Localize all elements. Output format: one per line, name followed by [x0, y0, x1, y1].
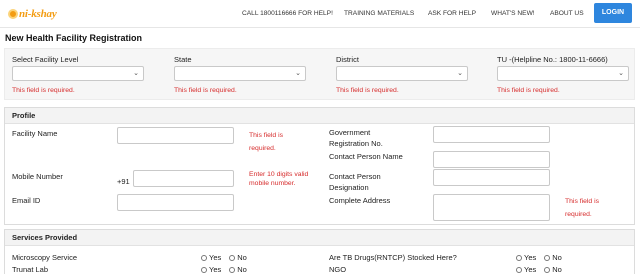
ngo-label: NGO [329, 265, 347, 274]
radio-icon [516, 266, 522, 273]
gov-reg-label: Government Registration No. [329, 128, 383, 148]
profile-section: Profile Facility Name This field is requ… [4, 107, 635, 225]
contact-designation-input[interactable] [433, 169, 550, 186]
ngo-radio-group: Yes No [516, 265, 562, 274]
trunat-no-radio[interactable]: No [229, 265, 247, 274]
district-select[interactable]: ⌄ [336, 66, 468, 81]
nav-training-materials[interactable]: TRAINING MATERIALS [344, 0, 414, 28]
chevron-down-icon: ⌄ [295, 70, 301, 77]
ngo-yes-radio[interactable]: Yes [516, 265, 536, 274]
contact-designation-label: Contact Person Designation [329, 172, 381, 192]
tb-drugs-label: Are TB Drugs(RNTCP) Stocked Here? [329, 253, 457, 262]
chevron-down-icon: ⌄ [618, 70, 624, 77]
nav-call-help[interactable]: CALL 1800116666 FOR HELP! [242, 0, 333, 28]
facility-name-input[interactable] [117, 127, 234, 144]
mobile-input[interactable] [133, 170, 234, 187]
facility-level-error: This field is required. [12, 87, 75, 94]
nav-whats-new[interactable]: WHAT'S NEW! [491, 0, 535, 28]
facility-name-error: This field is required. [249, 132, 283, 152]
chevron-down-icon: ⌄ [133, 70, 139, 77]
trunat-yes-radio[interactable]: Yes [201, 265, 221, 274]
tu-error: This field is required. [497, 87, 560, 94]
microscopy-label: Microscopy Service [12, 253, 78, 262]
nav-about-us[interactable]: ABOUT US [550, 0, 584, 28]
top-navbar: ni-kshay CALL 1800116666 FOR HELP! TRAIN… [0, 0, 640, 28]
contact-name-label: Contact Person Name [329, 152, 403, 161]
district-error: This field is required. [336, 87, 399, 94]
mobile-label: Mobile Number [12, 172, 63, 181]
facility-level-label: Select Facility Level [12, 55, 79, 64]
nav-ask-for-help[interactable]: ASK FOR HELP [428, 0, 476, 28]
gov-reg-input[interactable] [433, 126, 550, 143]
facility-level-select[interactable]: ⌄ [12, 66, 144, 81]
services-heading: Services Provided [5, 230, 634, 246]
ngo-no-radio[interactable]: No [544, 265, 562, 274]
radio-icon [544, 266, 551, 273]
services-section: Services Provided Microscopy Service Yes… [4, 229, 635, 274]
address-label: Complete Address [329, 196, 391, 205]
trunat-radio-group: Yes No [201, 265, 247, 274]
login-button[interactable]: LOGIN [594, 3, 632, 23]
profile-heading: Profile [5, 108, 634, 124]
page-title: New Health Facility Registration [5, 33, 143, 43]
radio-icon [544, 254, 551, 261]
address-textarea[interactable] [433, 194, 550, 221]
logo-text: ni-kshay [19, 7, 57, 20]
microscopy-no-radio[interactable]: No [229, 253, 247, 262]
state-select[interactable]: ⌄ [174, 66, 306, 81]
nikshay-logo[interactable]: ni-kshay [8, 5, 57, 22]
mobile-prefix: +91 [117, 177, 130, 186]
location-panel: Select Facility Level ⌄ This field is re… [4, 48, 635, 100]
logo-icon [8, 8, 18, 19]
email-label: Email ID [12, 196, 41, 205]
radio-icon [201, 266, 207, 273]
trunat-label: Trunat Lab [12, 265, 48, 274]
state-error: This field is required. [174, 87, 237, 94]
radio-icon [229, 254, 236, 261]
address-error: This field is required. [565, 198, 599, 218]
chevron-down-icon: ⌄ [457, 70, 463, 77]
state-label: State [174, 55, 192, 64]
tb-drugs-no-radio[interactable]: No [544, 253, 562, 262]
mobile-error: Enter 10 digits valid mobile number. [249, 171, 309, 187]
district-label: District [336, 55, 359, 64]
tu-label: TU -(Helpline No.: 1800-11-6666) [497, 55, 608, 64]
tb-drugs-radio-group: Yes No [516, 253, 562, 262]
contact-name-input[interactable] [433, 151, 550, 168]
radio-icon [229, 266, 236, 273]
tb-drugs-yes-radio[interactable]: Yes [516, 253, 536, 262]
email-input[interactable] [117, 194, 234, 211]
facility-name-label: Facility Name [12, 129, 58, 138]
radio-icon [201, 254, 207, 261]
microscopy-yes-radio[interactable]: Yes [201, 253, 221, 262]
radio-icon [516, 254, 522, 261]
tu-select[interactable]: ⌄ [497, 66, 629, 81]
microscopy-radio-group: Yes No [201, 253, 247, 262]
